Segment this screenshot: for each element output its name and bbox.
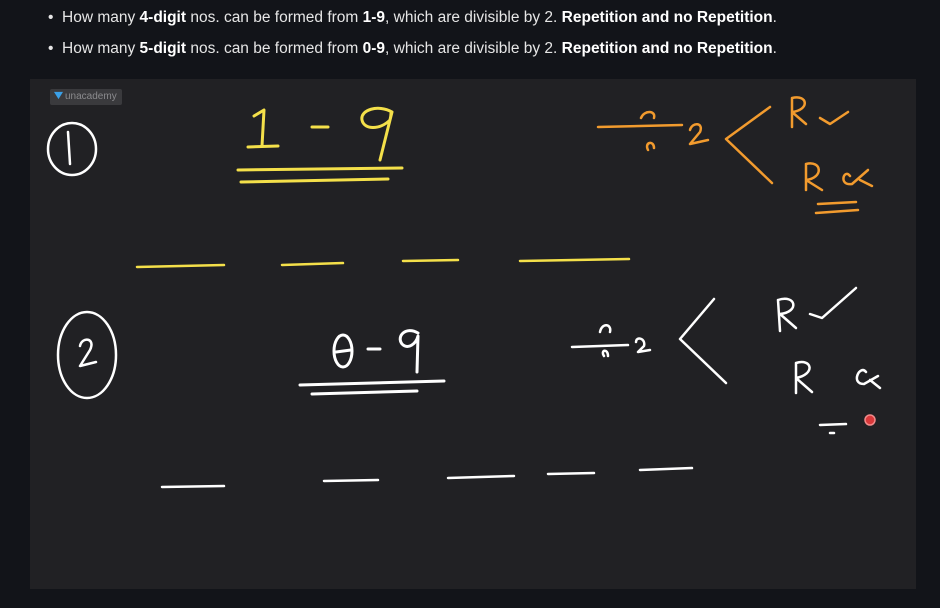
handwritten-annotations xyxy=(46,96,882,489)
four-digit-blanks xyxy=(135,257,631,269)
circled-two-mark xyxy=(56,310,118,400)
circled-one-mark xyxy=(46,121,98,177)
five-digit-blanks xyxy=(160,466,694,489)
laser-pointer-dot xyxy=(864,414,876,426)
range-0-9-handwriting xyxy=(298,329,446,396)
range-1-9-handwriting xyxy=(236,106,404,184)
divisible-by-two-repetition-white xyxy=(570,286,882,435)
divisible-by-two-repetition-orange xyxy=(596,96,874,215)
